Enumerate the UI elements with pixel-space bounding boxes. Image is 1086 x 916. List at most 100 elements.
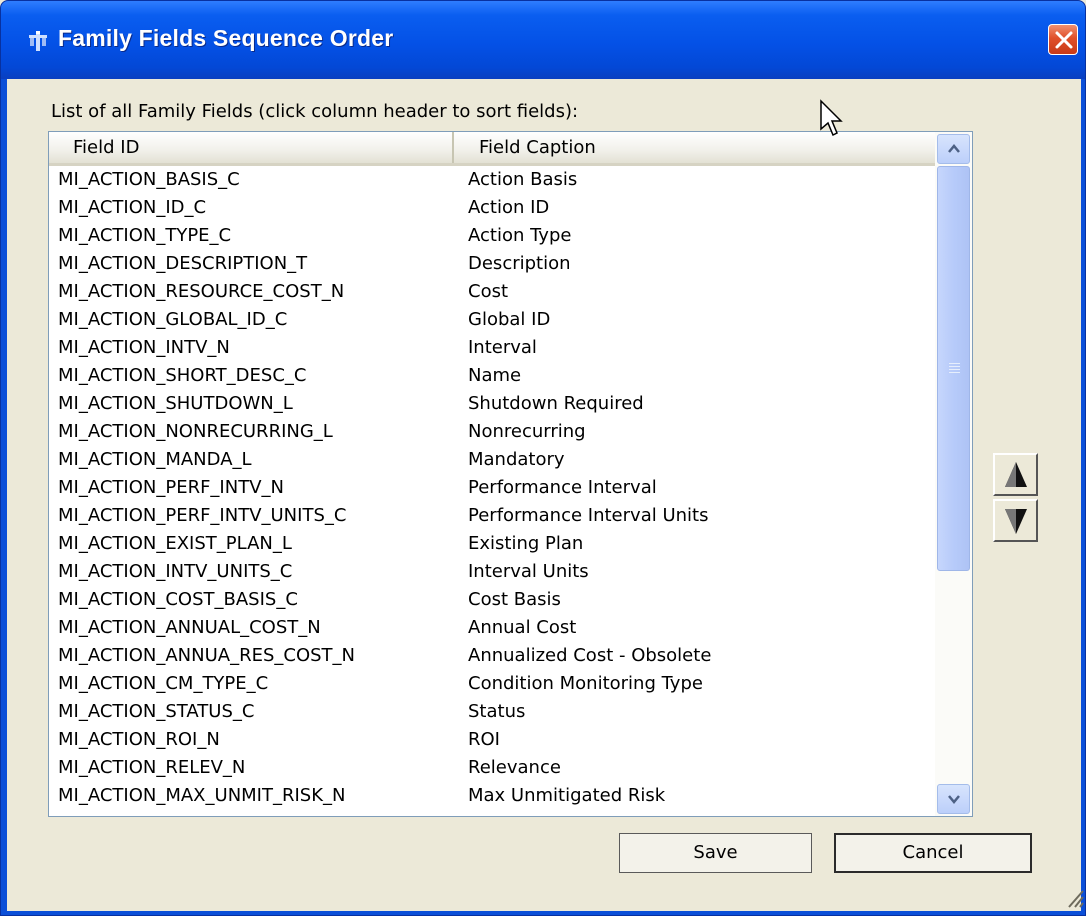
- field-caption-cell: Interval Units: [468, 561, 589, 582]
- field-caption-cell: Annualized Cost - Obsolete: [468, 645, 712, 666]
- table-row[interactable]: MI_ACTION_TYPE_C Action Type: [49, 222, 935, 250]
- field-id-cell: MI_ACTION_ANNUAL_COST_N: [58, 617, 321, 638]
- thumb-grip-line: [949, 363, 960, 364]
- move-up-icon: [1005, 462, 1027, 487]
- field-caption-cell: Existing Plan: [468, 533, 584, 554]
- cancel-button[interactable]: Cancel: [834, 833, 1032, 873]
- save-button[interactable]: Save: [619, 833, 812, 873]
- field-id-cell: MI_ACTION_ROI_N: [58, 729, 220, 750]
- table-row[interactable]: MI_ACTION_MANDA_L Mandatory: [49, 446, 935, 474]
- field-caption-cell: ROI: [468, 729, 500, 750]
- field-id-cell: MI_ACTION_CM_TYPE_C: [58, 673, 269, 694]
- field-caption-cell: Description: [468, 253, 571, 274]
- field-id-cell: MI_ACTION_RESOURCE_COST_N: [58, 281, 345, 302]
- column-header-field-id[interactable]: Field ID: [49, 132, 454, 163]
- field-caption-cell: Max Unmitigated Risk: [468, 785, 666, 806]
- table-row[interactable]: MI_ACTION_GLOBAL_ID_C Global ID: [49, 306, 935, 334]
- thumb-grip-line: [949, 366, 960, 367]
- table-row[interactable]: MI_ACTION_ANNUAL_COST_N Annual Cost: [49, 614, 935, 642]
- window-bottom-border: [1, 911, 1085, 915]
- scroll-up-button[interactable]: [937, 134, 970, 164]
- field-id-cell: MI_ACTION_INTV_UNITS_C: [58, 561, 293, 582]
- table-row[interactable]: MI_ACTION_RESOURCE_COST_N Cost: [49, 278, 935, 306]
- field-id-cell: MI_ACTION_RELEV_N: [58, 757, 246, 778]
- field-id-cell: MI_ACTION_STATUS_C: [58, 701, 255, 722]
- field-id-cell: MI_ACTION_MAX_UNMIT_RISK_N: [58, 785, 346, 806]
- field-id-cell: MI_ACTION_GLOBAL_ID_C: [58, 309, 288, 330]
- field-caption-cell: Shutdown Required: [468, 393, 644, 414]
- field-id-cell: MI_ACTION_DESCRIPTION_T: [58, 253, 308, 274]
- thumb-grip-line: [949, 372, 960, 373]
- table-row[interactable]: MI_ACTION_MAX_UNMIT_RISK_N Max Unmitigate…: [49, 782, 935, 810]
- thumb-grip-line: [949, 369, 960, 370]
- list-rows: MI_ACTION_BASIS_C Action Basis MI_ACTION_I…: [49, 166, 935, 810]
- field-id-cell: MI_ACTION_PERF_INTV_N: [58, 477, 284, 498]
- field-id-cell: MI_ACTION_ANNUA_RES_COST_N: [58, 645, 355, 666]
- table-row[interactable]: MI_ACTION_ANNUA_RES_COST_N Annualized Cos…: [49, 642, 935, 670]
- move-down-button[interactable]: [993, 499, 1038, 542]
- field-caption-cell: Cost Basis: [468, 589, 561, 610]
- field-id-cell: MI_ACTION_TYPE_C: [58, 225, 232, 246]
- field-caption-cell: Action Type: [468, 225, 572, 246]
- table-row[interactable]: MI_ACTION_SHUTDOWN_L Shutdown Required: [49, 390, 935, 418]
- scroll-down-icon: [948, 795, 960, 804]
- scroll-down-button[interactable]: [937, 784, 970, 814]
- field-id-cell: MI_ACTION_INTV_N: [58, 337, 230, 358]
- field-caption-cell: Status: [468, 701, 526, 722]
- field-id-cell: MI_ACTION_SHUTDOWN_L: [58, 393, 293, 414]
- field-id-cell: MI_ACTION_PERF_INTV_UNITS_C: [58, 505, 347, 526]
- dialog-body: List of all Family Fields (click column …: [7, 79, 1081, 911]
- window-title: Family Fields Sequence Order: [58, 25, 394, 51]
- field-id-cell: MI_ACTION_EXIST_PLAN_L: [58, 533, 292, 554]
- table-row[interactable]: MI_ACTION_EXIST_PLAN_L Existing Plan: [49, 530, 935, 558]
- close-x-icon: [1055, 31, 1073, 49]
- close-button[interactable]: [1048, 24, 1078, 55]
- table-row[interactable]: MI_ACTION_PERF_INTV_N Performance Interva…: [49, 474, 935, 502]
- move-down-icon: [1005, 509, 1027, 534]
- table-row[interactable]: MI_ACTION_INTV_UNITS_C Interval Units: [49, 558, 935, 586]
- field-caption-cell: Performance Interval Units: [468, 505, 709, 526]
- table-row[interactable]: MI_ACTION_DESCRIPTION_T Description: [49, 250, 935, 278]
- table-row[interactable]: MI_ACTION_COST_BASIS_C Cost Basis: [49, 586, 935, 614]
- table-row[interactable]: MI_ACTION_INTV_N Interval: [49, 334, 935, 362]
- family-fields-list[interactable]: Field ID Field Caption MI_ACTION_BASIS_C…: [48, 131, 973, 817]
- table-row[interactable]: MI_ACTION_STATUS_C Status: [49, 698, 935, 726]
- field-id-cell: MI_ACTION_MANDA_L: [58, 449, 252, 470]
- field-caption-cell: Performance Interval: [468, 477, 657, 498]
- table-row[interactable]: MI_ACTION_ID_C Action ID: [49, 194, 935, 222]
- family-fields-app-icon: [29, 31, 47, 51]
- field-id-cell: MI_ACTION_NONRECURRING_L: [58, 421, 333, 442]
- field-id-cell: MI_ACTION_COST_BASIS_C: [58, 589, 298, 610]
- scroll-thumb[interactable]: [937, 166, 970, 571]
- dialog-window: Family Fields Sequence Order List of all…: [0, 0, 1086, 916]
- mouse-pointer-icon: [820, 99, 843, 137]
- field-caption-cell: Relevance: [468, 757, 561, 778]
- table-row[interactable]: MI_ACTION_CM_TYPE_C Condition Monitoring …: [49, 670, 935, 698]
- field-caption-cell: Name: [468, 365, 522, 386]
- field-id-cell: MI_ACTION_BASIS_C: [58, 169, 240, 190]
- resize-grip-icon[interactable]: [1065, 887, 1085, 909]
- vertical-scrollbar[interactable]: [935, 132, 972, 816]
- field-caption-cell: Action ID: [468, 197, 550, 218]
- column-header-field-caption[interactable]: Field Caption: [455, 132, 935, 163]
- list-caption: List of all Family Fields (click column …: [51, 101, 579, 122]
- field-caption-cell: Interval: [468, 337, 537, 358]
- field-caption-cell: Cost: [468, 281, 509, 302]
- title-bar[interactable]: Family Fields Sequence Order: [1, 1, 1085, 79]
- field-caption-cell: Nonrecurring: [468, 421, 586, 442]
- table-row[interactable]: MI_ACTION_BASIS_C Action Basis: [49, 166, 935, 194]
- table-row[interactable]: MI_ACTION_ROI_N ROI: [49, 726, 935, 754]
- field-caption-cell: Mandatory: [468, 449, 565, 470]
- table-row[interactable]: MI_ACTION_PERF_INTV_UNITS_C Performance I…: [49, 502, 935, 530]
- scroll-up-icon: [948, 144, 960, 153]
- field-caption-cell: Annual Cost: [468, 617, 577, 638]
- field-caption-cell: Global ID: [468, 309, 551, 330]
- list-header: Field ID Field Caption: [49, 132, 935, 166]
- table-row[interactable]: MI_ACTION_RELEV_N Relevance: [49, 754, 935, 782]
- field-id-cell: MI_ACTION_ID_C: [58, 197, 207, 218]
- table-row[interactable]: MI_ACTION_NONRECURRING_L Nonrecurring: [49, 418, 935, 446]
- field-id-cell: MI_ACTION_SHORT_DESC_C: [58, 365, 307, 386]
- table-row[interactable]: MI_ACTION_SHORT_DESC_C Name: [49, 362, 935, 390]
- field-caption-cell: Condition Monitoring Type: [468, 673, 703, 694]
- move-up-button[interactable]: [993, 453, 1038, 496]
